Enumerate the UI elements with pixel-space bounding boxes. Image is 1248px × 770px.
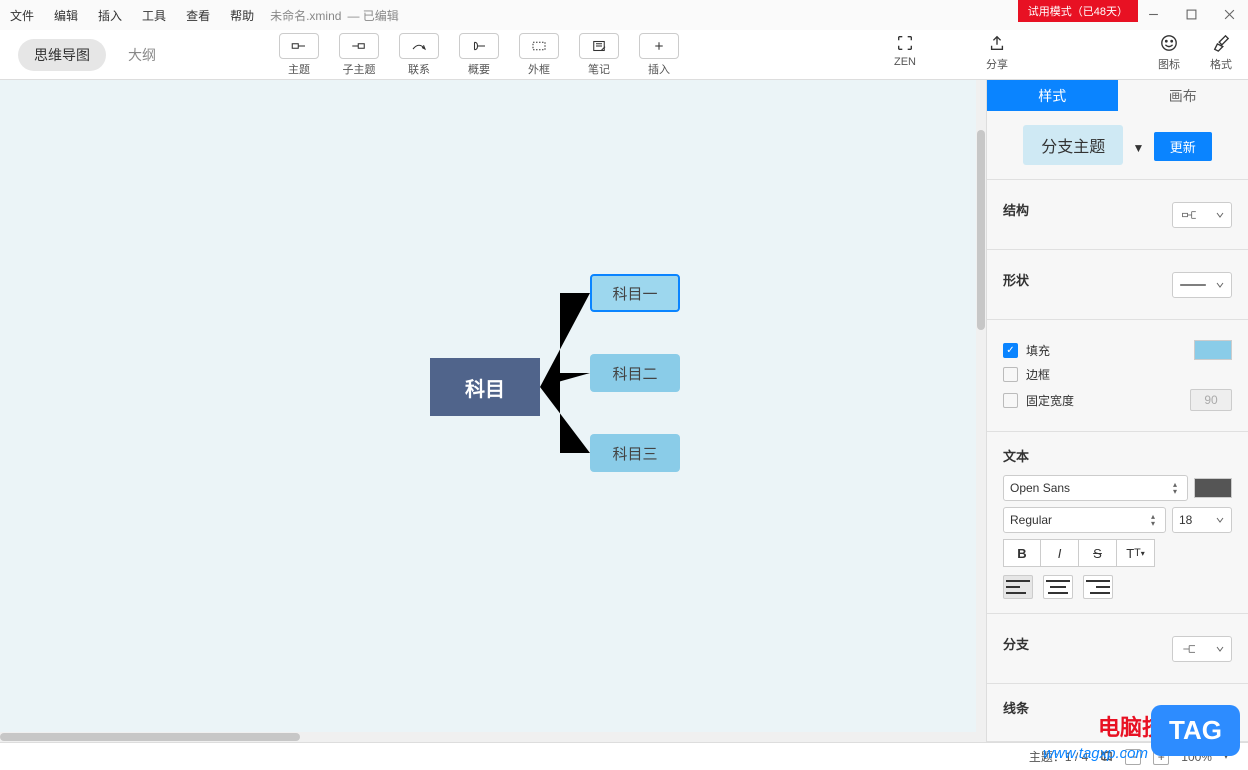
text-style-group: B I S TT ▾ (1003, 539, 1232, 567)
horizontal-scrollbar[interactable] (0, 732, 986, 742)
minimize-button[interactable] (1134, 0, 1172, 28)
menu-edit[interactable]: 编辑 (44, 1, 88, 30)
toolbar-row: 思维导图 大纲 主题 子主题 联系 概要 外框 笔记 插入 (0, 30, 1248, 80)
insert-label: 插入 (648, 61, 670, 77)
main-menu: 文件 编辑 插入 工具 查看 帮助 (0, 1, 264, 30)
icons-button[interactable]: 图标 (1158, 32, 1180, 72)
menu-help[interactable]: 帮助 (220, 1, 264, 30)
topic-type-select[interactable]: 分支主题 (1023, 125, 1123, 165)
chevron-down-icon[interactable]: ▼ (1133, 141, 1145, 155)
boundary-icon (519, 33, 559, 59)
watermark-url: www.tagxp.com (1043, 745, 1148, 762)
text-color-swatch[interactable] (1194, 478, 1232, 498)
insert-icon (639, 33, 679, 59)
check-icon: ✓ (1003, 343, 1018, 358)
relation-label: 联系 (408, 61, 430, 77)
main-toolbar: 主题 子主题 联系 概要 外框 笔记 插入 (276, 33, 682, 77)
font-weight-select[interactable]: Regular (1003, 507, 1166, 533)
summary-label: 概要 (468, 61, 490, 77)
mindmap-canvas[interactable]: 科目 科目一 科目二 科目三 (0, 80, 986, 742)
align-center-button[interactable] (1043, 575, 1073, 599)
brush-icon (1210, 32, 1232, 54)
note-icon (579, 33, 619, 59)
mindmap-mode-button[interactable]: 思维导图 (18, 39, 106, 71)
outline-mode-button[interactable]: 大纲 (128, 45, 156, 65)
style-tab[interactable]: 样式 (987, 80, 1118, 111)
relation-button[interactable]: 联系 (396, 33, 442, 77)
title-bar: 文件 编辑 插入 工具 查看 帮助 未命名.xmind — 已编辑 试用模式（已… (0, 0, 1248, 30)
close-button[interactable] (1210, 0, 1248, 28)
update-button[interactable]: 更新 (1154, 132, 1212, 161)
menu-insert[interactable]: 插入 (88, 1, 132, 30)
boundary-label: 外框 (528, 61, 550, 77)
subtopic-3[interactable]: 科目三 (590, 434, 680, 472)
zen-icon (894, 32, 916, 54)
chevron-down-icon (1215, 515, 1225, 525)
bold-button[interactable]: B (1003, 539, 1041, 567)
panel-tabs: 样式 画布 (987, 80, 1248, 111)
canvas-tab[interactable]: 画布 (1118, 80, 1248, 111)
subtopic-2[interactable]: 科目二 (590, 354, 680, 392)
font-family-select[interactable]: Open Sans (1003, 475, 1188, 501)
maximize-button[interactable] (1172, 0, 1210, 28)
fill-color-swatch[interactable] (1194, 340, 1232, 360)
topic-icon (279, 33, 319, 59)
menu-file[interactable]: 文件 (0, 1, 44, 30)
font-size-select[interactable]: 18 (1172, 507, 1232, 533)
subtopic-label: 子主题 (343, 61, 376, 77)
branch-label: 分支 (1003, 634, 1029, 653)
zen-button[interactable]: ZEN (894, 32, 916, 72)
spinner-icon (1173, 481, 1181, 495)
chevron-down-icon (1215, 644, 1225, 654)
smile-icon (1158, 32, 1180, 54)
summary-icon (459, 33, 499, 59)
summary-button[interactable]: 概要 (456, 33, 502, 77)
subtopic-1[interactable]: 科目一 (590, 274, 680, 312)
structure-icon (1179, 210, 1201, 220)
spinner-icon (1151, 513, 1159, 527)
edited-indicator: — 已编辑 (347, 7, 398, 24)
share-icon (986, 32, 1008, 54)
fill-checkbox[interactable]: ✓ 填充 (1003, 342, 1050, 359)
note-label: 笔记 (588, 61, 610, 77)
strike-button[interactable]: S (1079, 539, 1117, 567)
text-align-group (1003, 575, 1232, 599)
window-controls (1134, 0, 1248, 28)
trial-banner[interactable]: 试用模式（已48天） (1018, 0, 1138, 22)
structure-label: 结构 (1003, 200, 1029, 219)
text-section-label: 文本 (1003, 446, 1232, 465)
format-button[interactable]: 格式 (1210, 32, 1232, 72)
file-title: 未命名.xmind (270, 7, 341, 24)
menu-tools[interactable]: 工具 (132, 1, 176, 30)
share-button[interactable]: 分享 (986, 32, 1008, 72)
italic-button[interactable]: I (1041, 539, 1079, 567)
border-checkbox[interactable]: 边框 (1003, 366, 1050, 383)
subtopic-button[interactable]: 子主题 (336, 33, 382, 77)
central-topic[interactable]: 科目 (430, 358, 540, 416)
insert-button[interactable]: 插入 (636, 33, 682, 77)
align-right-button[interactable] (1083, 575, 1113, 599)
boundary-button[interactable]: 外框 (516, 33, 562, 77)
menu-view[interactable]: 查看 (176, 1, 220, 30)
relation-icon (399, 33, 439, 59)
chevron-down-icon (1215, 280, 1225, 290)
branch-select[interactable] (1172, 636, 1232, 662)
fixed-width-input[interactable] (1190, 389, 1232, 411)
main-area: 科目 科目一 科目二 科目三 样式 画布 分支主题 ▼ 更新 结构 (0, 80, 1248, 742)
align-left-button[interactable] (1003, 575, 1033, 599)
text-case-button[interactable]: TT ▾ (1117, 539, 1155, 567)
chevron-down-icon (1215, 210, 1225, 220)
watermark-tag: TAG (1151, 705, 1240, 756)
right-toolbar: ZEN 分享 图标 格式 (894, 32, 1232, 72)
vertical-scrollbar[interactable] (976, 80, 986, 742)
note-button[interactable]: 笔记 (576, 33, 622, 77)
format-panel: 样式 画布 分支主题 ▼ 更新 结构 形状 (986, 80, 1248, 742)
topic-button[interactable]: 主题 (276, 33, 322, 77)
structure-select[interactable] (1172, 202, 1232, 228)
subtopic-icon (339, 33, 379, 59)
shape-label: 形状 (1003, 270, 1029, 289)
fixed-width-checkbox[interactable]: 固定宽度 (1003, 392, 1074, 409)
topic-label: 主题 (288, 61, 310, 77)
shape-select[interactable] (1172, 272, 1232, 298)
